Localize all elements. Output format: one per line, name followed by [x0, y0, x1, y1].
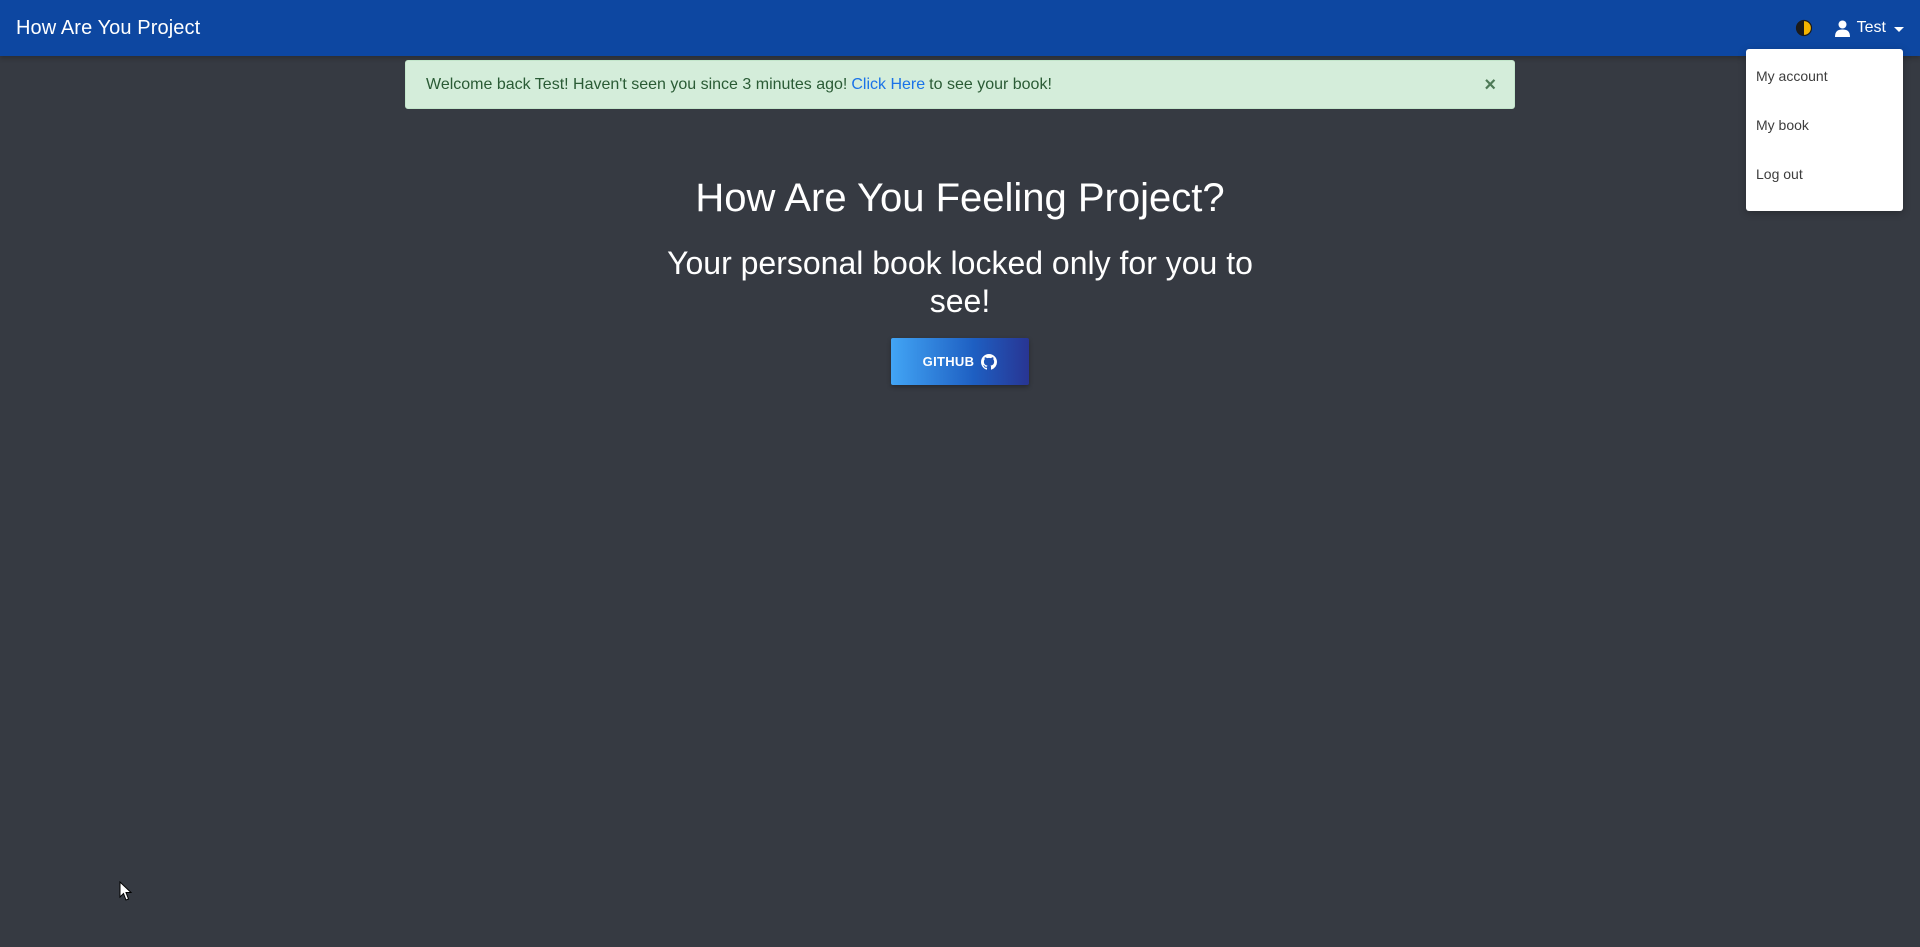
theme-toggle-icon[interactable] [1795, 19, 1813, 37]
github-button[interactable]: GITHUB [891, 338, 1029, 385]
user-name: Test [1856, 19, 1886, 36]
mouse-cursor-icon [119, 880, 133, 902]
welcome-alert: Welcome back Test! Haven't seen you sinc… [405, 60, 1515, 109]
page-title: How Are You Feeling Project? [695, 176, 1225, 220]
nav-right: Test [1795, 0, 1904, 56]
user-menu-toggle[interactable]: Test [1834, 19, 1904, 37]
hero-section: How Are You Feeling Project? Your person… [0, 170, 1920, 385]
chevron-down-icon [1894, 26, 1904, 32]
alert-text: Welcome back Test! Haven't seen you sinc… [426, 75, 848, 93]
github-button-label: GITHUB [922, 354, 975, 369]
top-navbar: How Are You Project Test [0, 0, 1920, 56]
brand-link[interactable]: How Are You Project [16, 17, 200, 40]
github-icon [981, 353, 998, 370]
alert-book-link[interactable]: Click Here [851, 76, 925, 94]
menu-item-my-book[interactable]: My book [1746, 110, 1903, 159]
close-icon[interactable]: × [1484, 75, 1496, 95]
user-icon [1834, 20, 1850, 37]
alert-text-after: to see your book! [929, 75, 1052, 93]
page-subtitle: Your personal book locked only for you t… [667, 245, 1253, 319]
menu-item-my-account[interactable]: My account [1746, 61, 1903, 110]
